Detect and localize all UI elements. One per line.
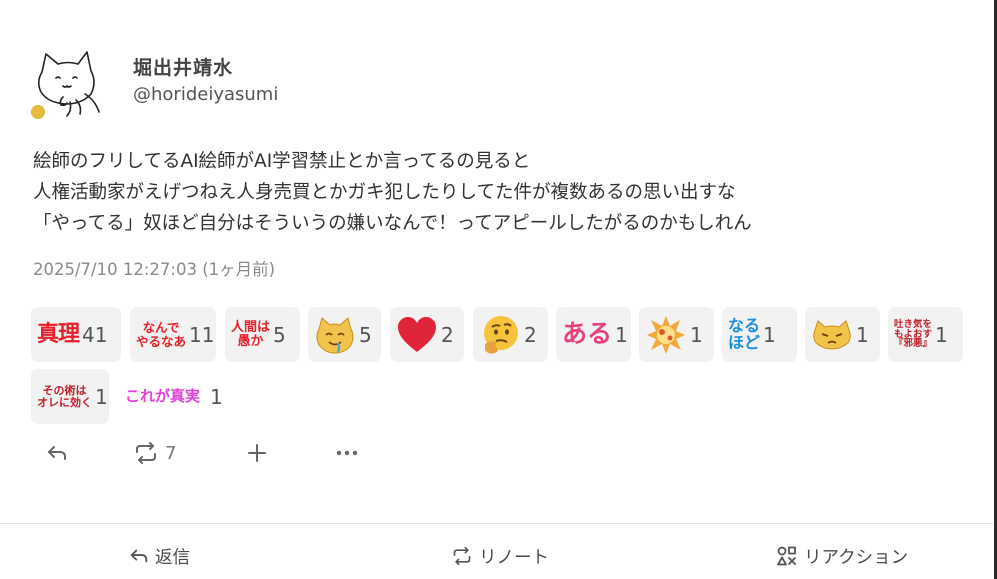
footer-reply-label: 返信 [155,547,190,568]
reaction-naruhodo[interactable]: なる ほど 1 [722,307,797,362]
reaction-shapes-icon [777,546,796,566]
reaction-count: 1 [763,322,776,347]
post-text: 絵師のフリしてるAI絵師がAI学習禁止とか言ってるの見ると 人権活動家がえげつね… [33,146,973,239]
reaction-explosion[interactable]: 1 [639,307,714,362]
reaction-drooling-cat[interactable]: 5 [308,307,381,362]
kore-ga-shinjitsu-text-emoji-icon: これが真実 [125,386,201,405]
reaction-count: 1 [856,322,869,347]
reply-icon [48,446,66,460]
renote-icon [136,442,156,464]
reply-icon [130,549,148,563]
plus-icon [248,444,266,462]
reaction-count: 41 [82,322,108,347]
ningen-wa-oroka-text-emoji-icon: 人間は 愚か [231,319,271,349]
thinking-face-emoji-icon [479,314,521,356]
post-line: 絵師のフリしてるAI絵師がAI学習禁止とか言ってるの見ると [33,151,531,172]
reply-action[interactable] [46,438,68,468]
reaction-count: 1 [690,322,703,347]
drooling-cat-emoji-icon [314,315,356,355]
user-handle[interactable]: @horideiyasumi [133,84,278,105]
footer-renote-label: リノート [479,547,549,568]
reaction-ningen-wa-oroka[interactable]: 人間は 愚か 5 [225,307,300,362]
red-heart-emoji-icon [396,315,438,355]
explosion-emoji-icon [645,314,687,356]
hakike-text-emoji-icon: 吐き気を もよおす 『邪悪』 [894,318,933,350]
reaction-aru[interactable]: ある 1 [556,307,631,362]
reaction-hakike[interactable]: 吐き気を もよおす 『邪悪』 1 [888,307,963,362]
naruhodo-text-emoji-icon: なる ほど [728,315,761,352]
user-display-name[interactable]: 堀出井靖水 [133,53,233,80]
reaction-heart[interactable]: 2 [390,307,464,362]
post-timestamp[interactable]: 2025/7/10 12:27:03 (1ヶ月前) [33,256,275,280]
post-line: 「やってる」奴ほど自分はそういうの嫌いなんで！ってアピールしたがるのかもしれん [33,213,752,234]
reaction-count: 2 [524,322,537,347]
reaction-nande-yaruna[interactable]: なんで やるなあ 11 [130,307,216,362]
shinri-text-emoji-icon: 真理 [37,321,80,347]
reaction-sono-te-wa[interactable]: その術は オレに効く 1 [31,369,109,424]
renote-icon [453,546,471,566]
more-icon [336,450,358,456]
reaction-count: 2 [441,322,454,347]
reaction-kore-ga-shinjitsu[interactable]: これが真実 1 [119,369,244,424]
reaction-count: 1 [210,384,223,409]
aru-text-emoji-icon: ある [562,319,613,349]
renote-action[interactable]: 7 [133,438,176,468]
sono-te-wa-text-emoji-icon: その術は オレに効く [37,383,92,409]
reaction-count: 1 [95,384,108,409]
post-line: 人権活動家がえげつねえ人身売買とかガキ犯したりしてた件が複数あるの思い出すな [33,182,736,203]
reaction-count: 1 [615,322,628,347]
reaction-count: 5 [359,322,372,347]
footer-reaction-button[interactable]: リアクション [776,543,908,569]
nande-yaruna-text-emoji-icon: なんで やるなあ [136,320,187,349]
footer-reaction-label: リアクション [804,547,909,568]
reaction-grumpy-cat[interactable]: 1 [805,307,880,362]
reaction-shinri[interactable]: 真理 41 [31,307,121,362]
reaction-count: 1 [935,322,948,347]
add-reaction-action[interactable] [246,438,268,468]
grumpy-cat-emoji-icon [811,319,853,350]
reaction-thinking[interactable]: 2 [473,307,548,362]
footer-reply-button[interactable]: 返信 [129,543,190,569]
renote-count: 7 [165,442,177,464]
more-action[interactable] [334,438,360,468]
footer-renote-button[interactable]: リノート [451,543,549,569]
footer-divider [0,523,994,524]
online-status-dot [31,105,45,119]
reaction-count: 11 [189,322,215,347]
reaction-count: 5 [273,322,286,347]
